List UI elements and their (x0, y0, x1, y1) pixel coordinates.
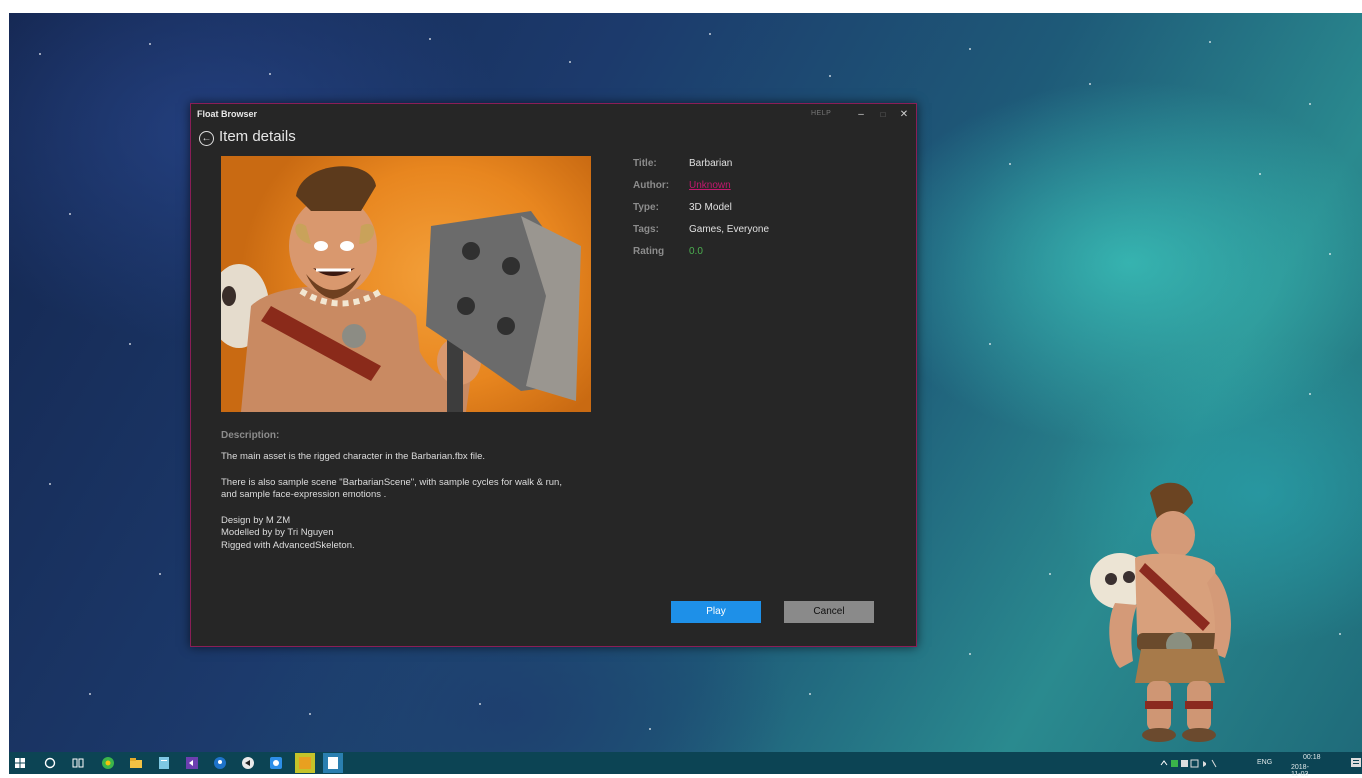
meta-label: Rating (633, 246, 665, 257)
clock-date[interactable]: 2018-11-03 (1291, 764, 1309, 778)
help-link[interactable]: HELP (811, 110, 831, 117)
taskbar: ENG 00:18 2018-11-03 (9, 752, 1362, 778)
description-line: The main asset is the rigged character i… (221, 451, 486, 462)
meta-value: Barbarian (689, 158, 733, 169)
chrome-icon[interactable] (101, 756, 115, 770)
meta-label: Title: (633, 158, 657, 169)
rating-value: 0.0 (689, 246, 703, 257)
tray-icons[interactable] (1159, 757, 1219, 769)
notification-center-icon[interactable] (1349, 756, 1362, 770)
unity-icon[interactable] (241, 756, 255, 770)
author-link[interactable]: Unknown (689, 180, 731, 191)
app-title: Float Browser (197, 109, 258, 119)
minimize-button[interactable]: ‒ (851, 106, 871, 124)
meta-label: Type: (633, 202, 659, 213)
float-browser-window: Float Browser HELP ‒ □ ✕ ← Item details (190, 103, 917, 647)
file-explorer-icon[interactable] (129, 756, 143, 770)
meta-label: Tags: (633, 224, 659, 235)
description-heading: Description: (221, 430, 280, 441)
item-preview-image (221, 156, 591, 412)
windows-start-icon[interactable] (13, 756, 27, 770)
float-browser-taskbar-icon[interactable] (323, 753, 343, 773)
close-button[interactable]: ✕ (894, 106, 914, 124)
active-app-icon[interactable] (295, 753, 315, 773)
description-line: Modelled by by Tri Nguyen (221, 527, 334, 538)
maximize-button[interactable]: □ (873, 106, 893, 124)
cancel-button[interactable]: Cancel (784, 601, 874, 623)
meta-value: Games, Everyone (689, 224, 770, 235)
visual-studio-icon[interactable] (185, 756, 199, 770)
back-arrow-icon[interactable]: ← (199, 131, 214, 146)
location-app-icon[interactable] (213, 756, 227, 770)
task-view-icon[interactable] (71, 756, 85, 770)
description-line: Rigged with AdvancedSkeleton. (221, 539, 355, 551)
meta-value: 3D Model (689, 202, 732, 213)
description-line: Design by M ZM (221, 514, 291, 526)
titlebar[interactable]: Float Browser HELP ‒ □ ✕ (191, 104, 916, 126)
notepad-icon[interactable] (157, 756, 171, 770)
description-text: The main asset is the rigged character i… (221, 451, 566, 552)
app-blue-icon[interactable] (269, 756, 283, 770)
cortana-search-icon[interactable] (43, 756, 57, 770)
play-button[interactable]: Play (671, 601, 761, 623)
description-line: There is also sample scene "BarbarianSce… (221, 476, 562, 501)
language-indicator[interactable]: ENG (1257, 759, 1272, 766)
clock-time[interactable]: 00:18 (1303, 754, 1321, 761)
barbarian-desktop-character[interactable] (1075, 473, 1240, 748)
page-title: Item details (219, 128, 296, 145)
meta-label: Author: (633, 180, 670, 191)
